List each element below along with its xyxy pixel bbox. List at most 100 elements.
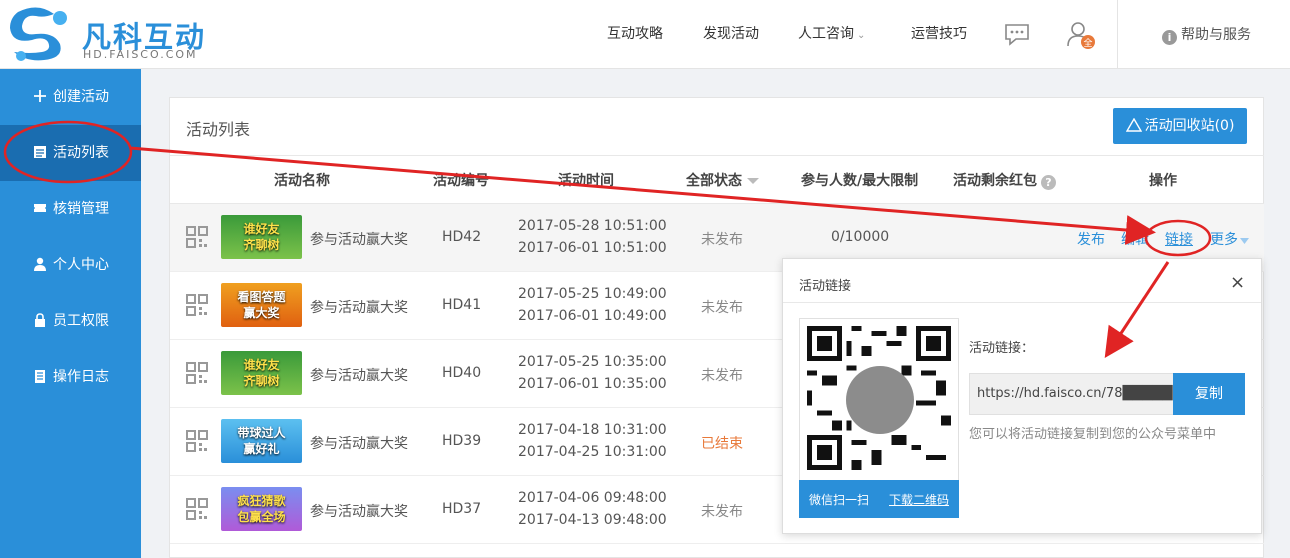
activity-start-time: 2017-05-25 10:35:00	[518, 354, 667, 370]
activity-id: HD40	[442, 365, 482, 381]
sidebar-item-profile[interactable]: 个人中心	[0, 237, 141, 293]
sidebar-item-label: 创建活动	[53, 89, 109, 105]
nav-consult-label: 人工咨询	[798, 26, 854, 42]
qr-code-icon[interactable]	[186, 430, 208, 452]
nav-consult[interactable]: 人工咨询 ⌄	[798, 0, 865, 69]
thumbnail-text: 看图答题 赢大奖	[237, 290, 286, 320]
publish-link[interactable]: 发布	[1077, 229, 1105, 249]
edit-link[interactable]: 编辑	[1121, 229, 1149, 249]
logo-mark-icon	[10, 7, 67, 61]
sidebar-item-create[interactable]: 创建活动	[0, 69, 141, 125]
activity-thumbnail[interactable]: 看图答题 赢大奖	[221, 283, 302, 327]
thumbnail-text: 谁好友 齐聊树	[243, 222, 280, 252]
share-link-button[interactable]: 链接	[1165, 229, 1193, 249]
activity-thumbnail[interactable]: 带球过人 赢好礼	[221, 419, 302, 463]
link-hint: 您可以将活动链接复制到您的公众号菜单中	[969, 427, 1217, 442]
plus-icon	[34, 90, 46, 102]
activity-id: HD37	[442, 501, 482, 517]
top-header: 凡科互动 HD.FAISCO.COM 互动攻略 发现活动 人工咨询 ⌄ 运营技巧 …	[0, 0, 1290, 69]
more-dropdown[interactable]: 更多	[1210, 229, 1249, 249]
col-participants: 参与人数/最大限制	[801, 173, 919, 189]
thumbnail-text: 谁好友 齐聊树	[243, 358, 280, 388]
nav-discover[interactable]: 发现活动	[703, 0, 759, 69]
caret-down-icon	[747, 178, 759, 184]
activity-start-time: 2017-05-25 10:49:00	[518, 286, 667, 302]
more-label: 更多	[1210, 232, 1238, 248]
activity-id: HD42	[442, 229, 482, 245]
activity-name: 参与活动赢大奖	[310, 504, 408, 520]
col-status-filter[interactable]: 全部状态	[686, 170, 760, 190]
help-service-link[interactable]: i 帮助与服务	[1162, 24, 1251, 45]
qr-code-icon[interactable]	[186, 498, 208, 520]
help-label: 帮助与服务	[1181, 27, 1251, 43]
col-actions: 操作	[1149, 173, 1177, 189]
sidebar-item-label: 活动列表	[53, 145, 109, 161]
col-name: 活动名称	[274, 173, 330, 189]
sidebar-item-verification[interactable]: 核销管理	[0, 181, 141, 237]
user-badge: 全	[1083, 37, 1092, 49]
activity-name: 参与活动赢大奖	[310, 368, 408, 384]
activity-name: 参与活动赢大奖	[310, 232, 408, 248]
status-badge: 未发布	[701, 368, 743, 384]
col-red-packets: 活动剩余红包?	[953, 170, 1056, 190]
log-icon	[35, 370, 45, 383]
activity-thumbnail[interactable]: 谁好友 齐聊树	[221, 215, 302, 259]
qr-code-icon[interactable]	[186, 294, 208, 316]
qr-actions-bar: 微信扫一扫 下载二维码	[799, 480, 959, 518]
nav-discover-label: 发现活动	[703, 26, 759, 42]
download-qr-link[interactable]: 下载二维码	[889, 491, 949, 508]
qr-code-icon[interactable]	[186, 226, 208, 248]
qr-code-icon[interactable]	[186, 362, 208, 384]
activity-start-time: 2017-04-06 09:48:00	[518, 490, 667, 506]
activity-link-field[interactable]: https://hd.faisco.cn/78█████4/	[969, 373, 1174, 415]
logo[interactable]: 凡科互动 HD.FAISCO.COM	[8, 4, 228, 64]
activity-end-time: 2017-06-01 10:49:00	[518, 308, 667, 324]
activity-thumbnail[interactable]: 疯狂猜歌 包赢全场	[221, 487, 302, 531]
recycle-bin-button[interactable]: 活动回收站(0)	[1113, 108, 1247, 144]
col-red-packets-label: 活动剩余红包	[953, 173, 1037, 189]
activity-id: HD39	[442, 433, 482, 449]
user-icon[interactable]: 全	[1066, 20, 1096, 50]
activity-id: HD41	[442, 297, 482, 313]
sidebar-item-logs[interactable]: 操作日志	[0, 349, 141, 405]
copy-button[interactable]: 复制	[1173, 373, 1245, 415]
close-icon[interactable]: ×	[1230, 272, 1245, 293]
col-time: 活动时间	[558, 173, 614, 189]
scan-label: 微信扫一扫	[809, 493, 870, 507]
page-title: 活动列表	[186, 120, 251, 139]
activity-end-time: 2017-06-01 10:35:00	[518, 376, 667, 392]
status-badge: 未发布	[701, 232, 743, 248]
activity-name: 参与活动赢大奖	[310, 436, 408, 452]
activity-start-time: 2017-04-18 10:31:00	[518, 422, 667, 438]
sidebar: 创建活动 活动列表 核销管理 个人中心 员工权限 操作日志	[0, 69, 141, 558]
activity-start-time: 2017-05-28 10:51:00	[518, 218, 667, 234]
nav-guides[interactable]: 互动攻略	[607, 0, 663, 69]
popup-title: 活动链接	[799, 279, 852, 294]
chevron-down-icon: ⌄	[857, 30, 866, 41]
qr-redaction	[846, 366, 914, 434]
nav-guides-label: 互动攻略	[607, 26, 663, 42]
activity-end-time: 2017-04-25 10:31:00	[518, 444, 667, 460]
person-icon	[34, 257, 46, 271]
thumbnail-text: 带球过人 赢好礼	[237, 426, 286, 456]
sidebar-item-activity-list[interactable]: 活动列表	[0, 125, 141, 181]
sidebar-item-permissions[interactable]: 员工权限	[0, 293, 141, 349]
col-id: 活动编号	[433, 173, 489, 189]
link-label: 活动链接：	[969, 341, 1035, 356]
thumbnail-text: 疯狂猜歌 包赢全场	[237, 494, 286, 524]
sidebar-item-label: 员工权限	[53, 313, 109, 329]
caret-down-icon	[1240, 238, 1249, 244]
info-icon: i	[1162, 30, 1177, 45]
message-icon[interactable]	[1004, 22, 1030, 46]
help-icon[interactable]: ?	[1041, 175, 1056, 190]
sidebar-item-label: 操作日志	[53, 369, 109, 385]
recycle-icon	[1125, 117, 1142, 132]
sidebar-item-label: 核销管理	[53, 201, 109, 217]
recycle-bin-label: 活动回收站(0)	[1144, 118, 1235, 134]
header-divider	[1117, 0, 1118, 69]
ticket-icon	[34, 204, 46, 212]
activity-thumbnail[interactable]: 谁好友 齐聊树	[221, 351, 302, 395]
activity-end-time: 2017-04-13 09:48:00	[518, 512, 667, 528]
nav-tips[interactable]: 运营技巧	[911, 0, 967, 69]
list-icon	[34, 146, 46, 158]
